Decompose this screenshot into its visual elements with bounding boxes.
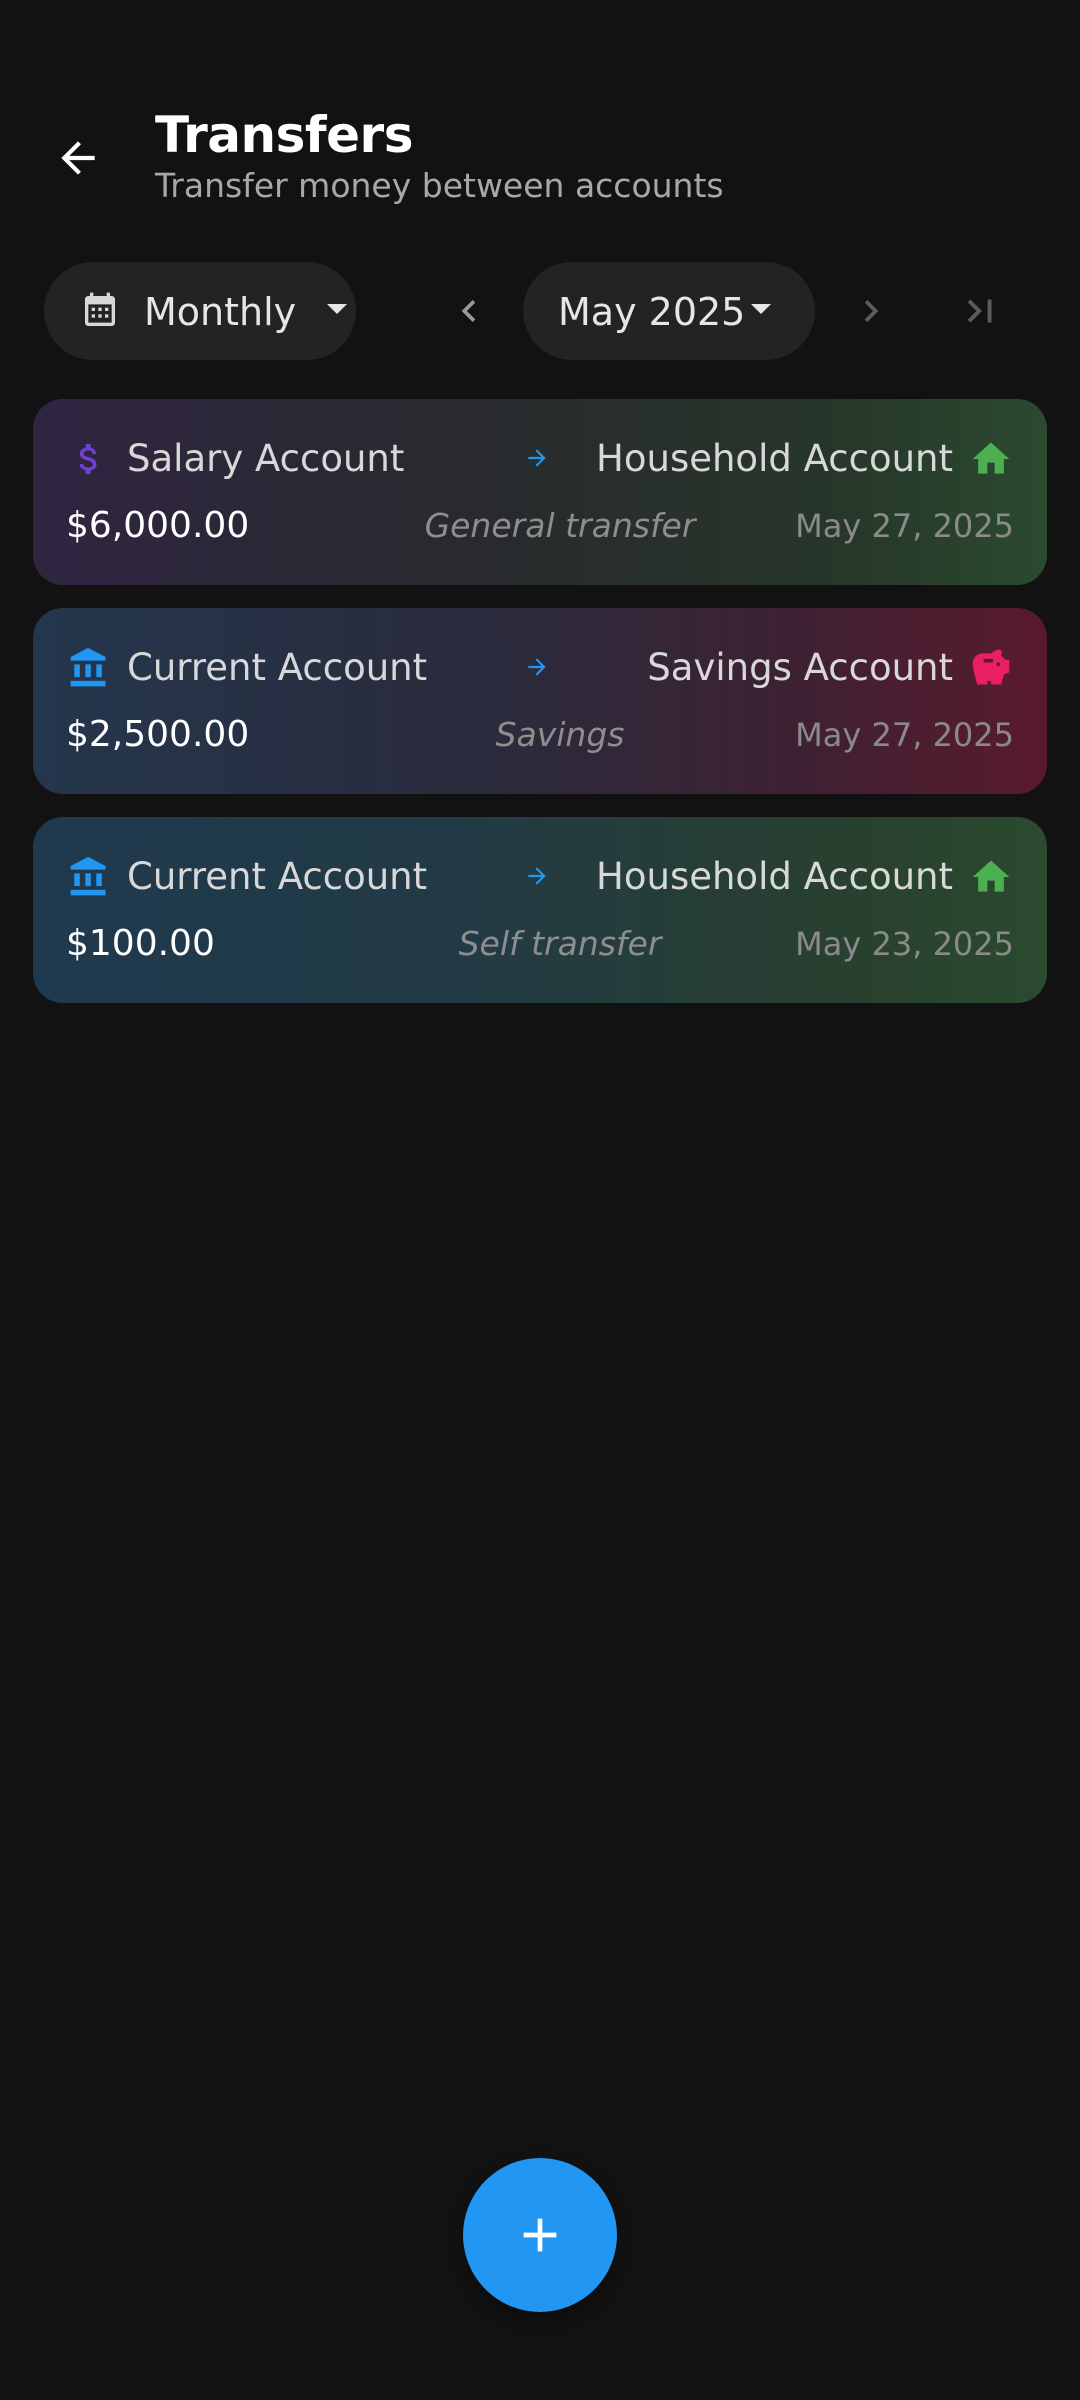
transfer-card[interactable]: Salary Account Household Account $6,000.…	[33, 399, 1047, 585]
bank-icon	[67, 855, 111, 899]
calendar-icon	[85, 292, 115, 326]
home-icon	[969, 855, 1013, 899]
arrow-right-icon	[528, 658, 546, 676]
page-title: Transfers	[155, 106, 413, 164]
next-month-button[interactable]	[836, 276, 906, 346]
transfers-screen: Transfers Transfer money between account…	[0, 0, 1080, 2400]
add-transfer-button[interactable]	[463, 2158, 617, 2312]
month-dropdown[interactable]: May 2025	[523, 262, 815, 360]
caret-down-icon	[751, 304, 771, 314]
transfer-date: May 27, 2025	[795, 716, 1014, 754]
to-account-name: Household Account	[596, 855, 953, 898]
transfer-card[interactable]: Current Account Household Account $100.0…	[33, 817, 1047, 1003]
home-icon	[969, 437, 1013, 481]
transfer-amount: $6,000.00	[66, 505, 250, 546]
transfer-note: Self transfer	[458, 924, 662, 963]
period-label: Monthly	[144, 290, 297, 334]
piggy-bank-icon	[969, 646, 1013, 690]
to-account-name: Household Account	[596, 437, 953, 480]
skip-to-end-icon	[967, 299, 992, 323]
from-account-name: Current Account	[127, 646, 428, 689]
arrow-right-icon	[528, 449, 546, 467]
chevron-left-icon	[461, 300, 476, 322]
transfer-amount: $2,500.00	[66, 714, 250, 755]
dollar-icon	[67, 437, 111, 481]
caret-down-icon	[327, 304, 347, 314]
arrow-left-icon	[61, 141, 95, 175]
period-dropdown[interactable]: Monthly	[44, 262, 356, 360]
from-account-name: Salary Account	[127, 437, 405, 480]
transfer-date: May 27, 2025	[795, 507, 1014, 545]
from-account-name: Current Account	[127, 855, 428, 898]
plus-icon	[523, 2218, 557, 2252]
month-label: May 2025	[558, 290, 746, 334]
transfer-note: Savings	[495, 715, 625, 754]
page-subtitle: Transfer money between accounts	[155, 166, 724, 205]
arrow-right-icon	[528, 867, 546, 885]
chevron-right-icon	[864, 300, 879, 322]
transfer-card[interactable]: Current Account Savings Account $2,500.0…	[33, 608, 1047, 794]
previous-month-button[interactable]	[434, 276, 504, 346]
transfer-note: General transfer	[424, 506, 696, 545]
transfer-date: May 23, 2025	[795, 925, 1014, 963]
skip-to-current-button[interactable]	[945, 276, 1015, 346]
back-button[interactable]	[38, 118, 118, 198]
transfer-amount: $100.00	[66, 923, 215, 964]
to-account-name: Savings Account	[647, 646, 953, 689]
bank-icon	[67, 646, 111, 690]
